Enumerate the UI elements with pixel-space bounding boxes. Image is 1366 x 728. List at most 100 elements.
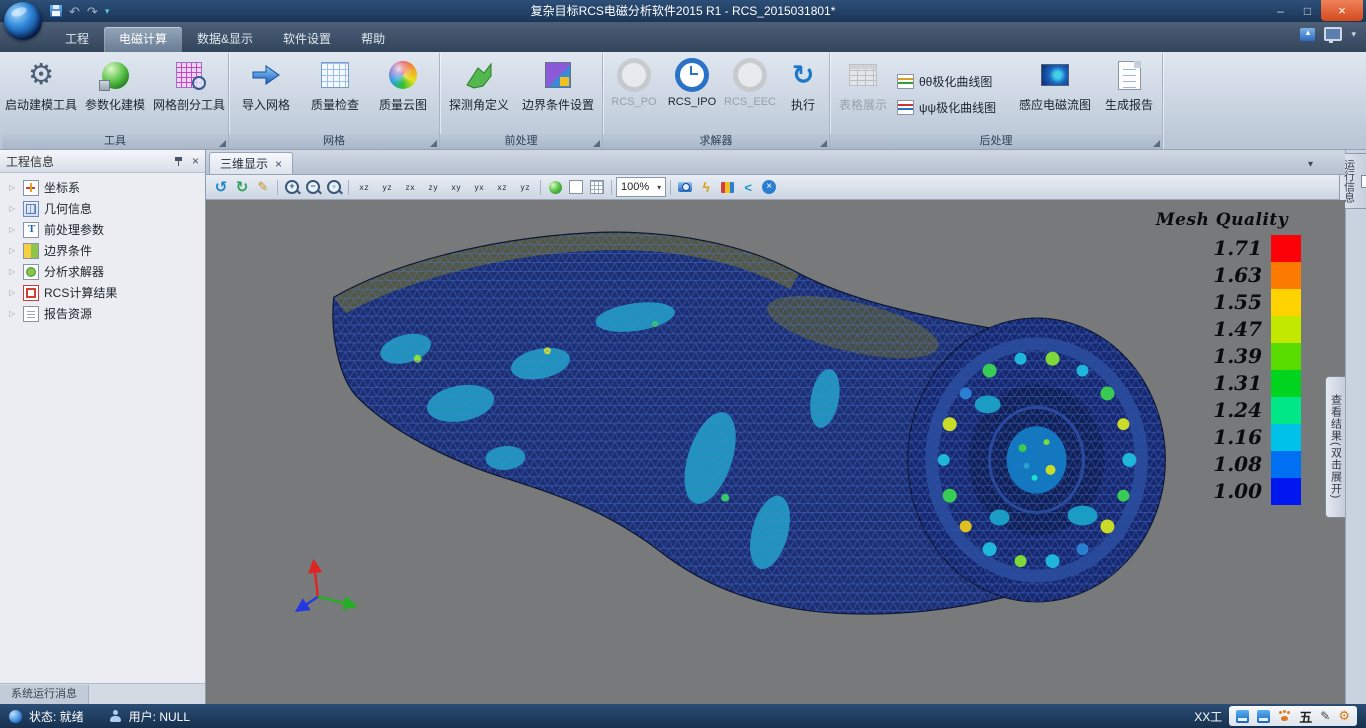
- view-preset-button[interactable]: yx: [468, 177, 490, 198]
- boundary-conditions-icon: [23, 243, 39, 259]
- view-preset-button[interactable]: zx: [399, 177, 421, 198]
- tree-item-coordinate-system[interactable]: ▷ 坐标系: [0, 177, 205, 198]
- mesh-partition-tool-button[interactable]: 网格剖分工具: [152, 53, 226, 133]
- main-area: 工程信息 × ▷ 坐标系 ▷ 几何信息 ▷ 前处理参数: [0, 150, 1366, 704]
- save-icon[interactable]: [50, 5, 62, 17]
- group-dialog-launcher-icon[interactable]: [820, 140, 827, 147]
- view-preset-button[interactable]: yz: [376, 177, 398, 198]
- quality-cloudmap-button[interactable]: 质量云图: [369, 53, 437, 133]
- group-label-postprocessing: 后处理: [830, 134, 1162, 149]
- expand-caret-icon[interactable]: ▷: [9, 309, 18, 318]
- pen-icon[interactable]: ✎: [1320, 709, 1330, 723]
- view-preset-button[interactable]: xz: [491, 177, 513, 198]
- minimize-button[interactable]: –: [1267, 1, 1294, 21]
- view-preset-button[interactable]: zy: [422, 177, 444, 198]
- view-results-side-tab[interactable]: 查看结果(双击展开): [1325, 376, 1345, 518]
- redo-icon[interactable]: ↷: [87, 5, 98, 18]
- expand-caret-icon[interactable]: ▷: [9, 288, 18, 297]
- tab-close-icon[interactable]: ×: [275, 158, 282, 170]
- zoom-level-select[interactable]: 100% ▾: [616, 177, 666, 197]
- palette-icon[interactable]: [717, 177, 737, 197]
- white-view-icon[interactable]: [566, 177, 586, 197]
- tab-data-display[interactable]: 数据&显示: [182, 27, 268, 52]
- legend-value: 1.39: [1143, 343, 1271, 370]
- group-dialog-launcher-icon[interactable]: [593, 140, 600, 147]
- tree-item-report-resources[interactable]: ▷ 报告资源: [0, 303, 205, 324]
- launch-modeling-tool-button[interactable]: ⚙ 启动建模工具: [4, 53, 78, 133]
- tree-item-boundary-conditions[interactable]: ▷ 边界条件: [0, 240, 205, 261]
- view-preset-button[interactable]: xz: [353, 177, 375, 198]
- window-icon[interactable]: [1236, 710, 1249, 723]
- close-view-icon[interactable]: ×: [759, 177, 779, 197]
- pin-icon[interactable]: [173, 156, 184, 167]
- generate-report-button[interactable]: 生成报告: [1098, 53, 1160, 133]
- curve-chart-icon: [897, 100, 914, 115]
- view-preset-button[interactable]: yz: [514, 177, 536, 198]
- undo-icon[interactable]: ↶: [69, 5, 80, 18]
- grid-view-icon[interactable]: [587, 177, 607, 197]
- expand-caret-icon[interactable]: ▷: [9, 246, 18, 255]
- tree-item-rcs-results[interactable]: ▷ RCS计算结果: [0, 282, 205, 303]
- psi-polarization-curve-button[interactable]: ψψ极化曲线图: [894, 96, 1012, 118]
- expand-caret-icon[interactable]: ▷: [9, 204, 18, 213]
- button-label: 启动建模工具: [5, 96, 77, 113]
- zoom-out-icon[interactable]: −: [303, 177, 323, 197]
- tree-item-label: 前处理参数: [44, 221, 104, 238]
- shaded-view-icon[interactable]: [545, 177, 565, 197]
- tab-project[interactable]: 工程: [50, 27, 104, 52]
- ime-toolbar[interactable]: 五 ✎ ⚙: [1229, 706, 1357, 726]
- legend-value: 1.71: [1143, 235, 1271, 262]
- screenshot-icon[interactable]: [675, 177, 695, 197]
- refresh-view-icon[interactable]: ↻: [232, 177, 252, 197]
- group-dialog-launcher-icon[interactable]: [1153, 140, 1160, 147]
- tab-em-computation[interactable]: 电磁计算: [104, 27, 182, 52]
- button-label: 导入网格: [242, 96, 290, 113]
- collapse-ribbon-icon[interactable]: [1300, 28, 1315, 41]
- group-dialog-launcher-icon[interactable]: [219, 140, 226, 147]
- view-preset-button[interactable]: xy: [445, 177, 467, 198]
- tab-software-settings[interactable]: 软件设置: [268, 27, 346, 52]
- boundary-condition-button[interactable]: 边界条件设置: [516, 53, 600, 133]
- maximize-button[interactable]: □: [1294, 1, 1321, 21]
- tree-item-analysis-solver[interactable]: ▷ 分析求解器: [0, 261, 205, 282]
- close-button[interactable]: ×: [1321, 0, 1363, 21]
- detection-angle-button[interactable]: 探测角定义: [442, 53, 516, 133]
- panel-close-icon[interactable]: ×: [192, 154, 199, 168]
- tab-help[interactable]: 帮助: [346, 27, 400, 52]
- geometry-icon: [23, 201, 39, 217]
- induced-current-map-button[interactable]: 感应电磁流图: [1012, 53, 1098, 133]
- tree-item-preprocessing-params[interactable]: ▷ 前处理参数: [0, 219, 205, 240]
- orbit-icon[interactable]: ↺: [211, 177, 231, 197]
- viewport-canvas[interactable]: Mesh Quality 1.71 1.63 1.55 1.47 1.39 1.…: [206, 200, 1345, 704]
- import-mesh-button[interactable]: 导入网格: [231, 53, 301, 133]
- group-dialog-launcher-icon[interactable]: [430, 140, 437, 147]
- theta-polarization-curve-button[interactable]: θθ极化曲线图: [894, 70, 1012, 92]
- paw-icon[interactable]: [1278, 710, 1291, 722]
- lighting-icon[interactable]: ϟ: [696, 177, 716, 197]
- display-icon[interactable]: [1324, 27, 1342, 41]
- quality-check-button[interactable]: 质量检查: [301, 53, 369, 133]
- expand-caret-icon[interactable]: ▷: [9, 225, 18, 234]
- app-logo-icon[interactable]: [4, 2, 42, 40]
- rcs-ipo-button[interactable]: RCS_IPO: [663, 53, 721, 133]
- tree-item-geometry-info[interactable]: ▷ 几何信息: [0, 198, 205, 219]
- menubar-caret-icon[interactable]: ▾: [1351, 29, 1356, 40]
- flow-icon[interactable]: <: [738, 177, 758, 197]
- ime-mode-label[interactable]: 五: [1299, 707, 1312, 726]
- gear-icon: ⚙: [28, 60, 54, 90]
- zoom-in-icon[interactable]: +: [282, 177, 302, 197]
- window-icon[interactable]: [1257, 710, 1270, 723]
- parametric-modeling-button[interactable]: 参数化建模: [78, 53, 152, 133]
- expand-caret-icon[interactable]: ▷: [9, 267, 18, 276]
- system-messages-tab[interactable]: 系统运行消息: [0, 685, 89, 704]
- expand-caret-icon[interactable]: ▷: [9, 183, 18, 192]
- gear-icon[interactable]: ⚙: [1338, 708, 1350, 724]
- zoom-window-icon[interactable]: ▫: [324, 177, 344, 197]
- quick-access-caret-icon[interactable]: ▾: [105, 6, 110, 17]
- execute-button[interactable]: ↻ 执行: [779, 53, 827, 133]
- edit-icon[interactable]: ✎: [253, 177, 273, 197]
- legend-swatch: [1271, 370, 1301, 397]
- tab-list-caret-icon[interactable]: ▾: [1308, 159, 1313, 170]
- tab-3d-display[interactable]: 三维显示 ×: [209, 152, 293, 174]
- button-label: 生成报告: [1105, 96, 1153, 113]
